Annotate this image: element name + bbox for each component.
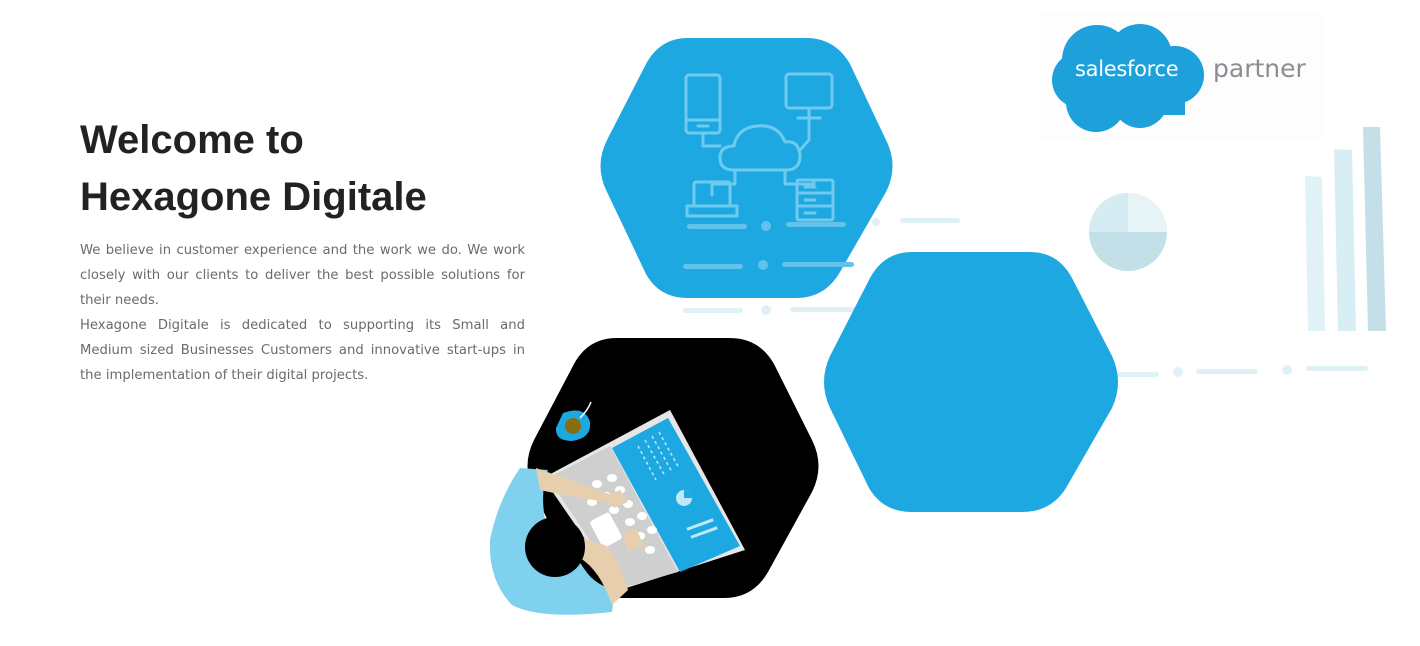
partner-label: partner — [1213, 54, 1306, 83]
pie-chart-icon — [1089, 193, 1167, 271]
right-hexagon — [824, 252, 1118, 512]
salesforce-brand-text: salesforce — [1075, 57, 1179, 81]
bar-chart-icon — [1305, 127, 1386, 331]
top-hexagon — [600, 38, 893, 298]
salesforce-partner-badge[interactable]: salesforce partner — [1040, 12, 1322, 140]
